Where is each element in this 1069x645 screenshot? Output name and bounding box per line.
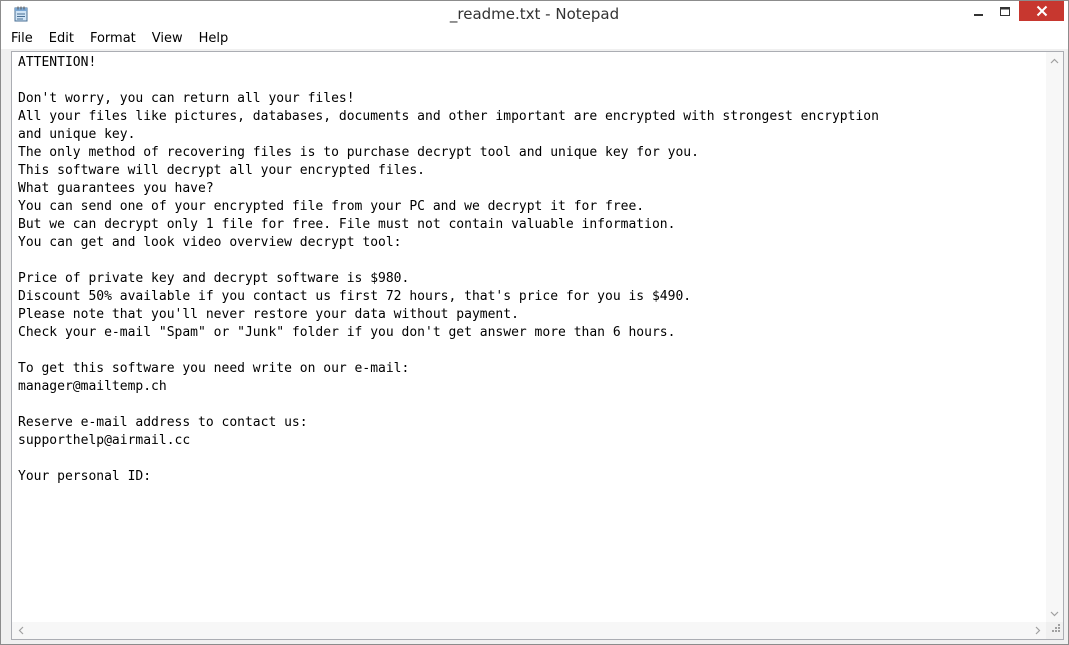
close-button[interactable] [1019,1,1064,21]
minimize-button[interactable] [967,1,991,21]
scroll-right-icon[interactable] [1029,622,1046,639]
menu-format[interactable]: Format [84,29,142,49]
resize-grip-icon [1050,618,1061,637]
menu-file[interactable]: File [5,29,39,49]
menu-edit[interactable]: Edit [43,29,80,49]
maximize-icon [999,2,1011,21]
menu-help[interactable]: Help [193,29,235,49]
close-icon [1036,2,1048,21]
resize-grip[interactable] [1046,622,1063,639]
maximize-button[interactable] [993,1,1017,21]
scroll-up-icon[interactable] [1046,52,1063,69]
document-text[interactable]: ATTENTION! Don't worry, you can return a… [18,54,1038,620]
horizontal-scrollbar[interactable] [12,622,1046,639]
menu-bar: File Edit Format View Help [1,29,1068,49]
menu-view[interactable]: View [146,29,189,49]
title-bar[interactable]: _readme.txt - Notepad [1,1,1068,29]
window-title: _readme.txt - Notepad [449,5,620,23]
notepad-window: _readme.txt - Notepad File Edit Format V… [0,0,1069,645]
scroll-left-icon[interactable] [12,622,29,639]
vertical-scrollbar[interactable] [1046,52,1063,622]
minimize-icon [974,2,984,21]
text-editor[interactable]: ATTENTION! Don't worry, you can return a… [11,51,1064,640]
